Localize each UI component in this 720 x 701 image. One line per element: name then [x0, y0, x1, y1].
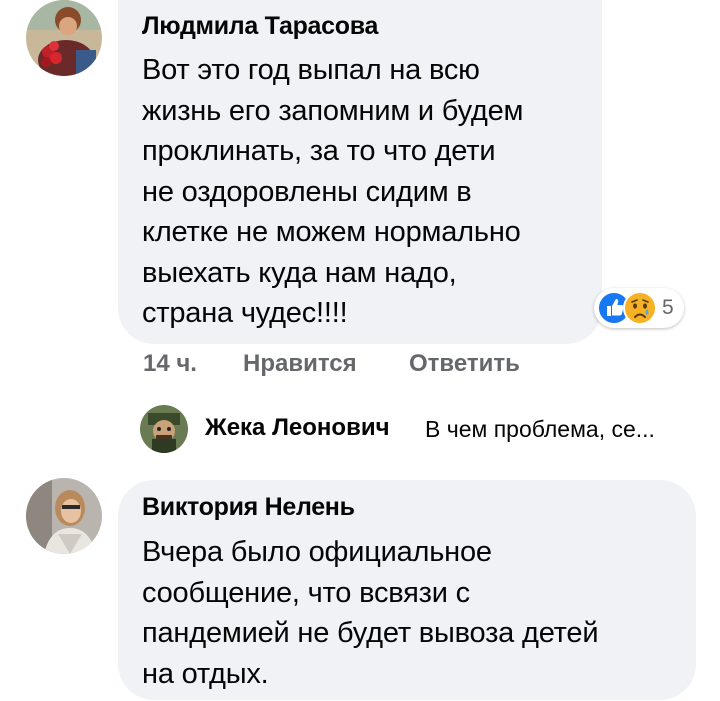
comment-author[interactable]: Людмила Тарасова: [142, 12, 378, 41]
avatar-photo-icon: [26, 478, 102, 554]
avatar-photo-icon: [26, 0, 102, 76]
reply-preview-text[interactable]: В чем проблема, се...: [425, 416, 655, 443]
comment-line: клетке не можем нормально: [142, 216, 521, 248]
comment-line: Вчера было официальное: [142, 536, 492, 568]
reply-button[interactable]: Ответить: [409, 350, 520, 378]
comment-text: Вот это год выпал на всю жизнь его запом…: [142, 50, 523, 334]
comment-line: на отдых.: [142, 657, 269, 690]
reaction-count: 5: [662, 296, 674, 319]
avatar-viktoriya[interactable]: [26, 478, 102, 554]
reply-author[interactable]: Жека Леонович: [205, 414, 390, 442]
like-button[interactable]: Нравится: [243, 350, 357, 378]
comment-author[interactable]: Виктория Нелень: [142, 493, 355, 522]
comment-timestamp[interactable]: 14 ч.: [143, 350, 197, 378]
sad-icon: [623, 291, 657, 325]
avatar-zheka[interactable]: [140, 405, 188, 453]
avatar-lyudmila[interactable]: [26, 0, 102, 76]
comment-line: проклинать, за то что дети: [142, 135, 496, 167]
comment-line: выехать куда нам надо,: [142, 256, 457, 289]
avatar-photo-icon: [140, 405, 188, 453]
reaction-summary[interactable]: 5: [594, 288, 684, 328]
comment-line: пандемией не будет вывоза детей: [142, 617, 599, 649]
comment-line: Вот это год выпал на всю: [142, 54, 480, 86]
comment-line: страна чудес!!!!: [142, 297, 348, 329]
comment-text: Вчера было официальное сообщение, что вс…: [142, 532, 599, 694]
comment-line: не оздоровлены сидим в: [142, 175, 472, 208]
comment-line: жизнь его запомним и будем: [142, 94, 524, 127]
comment-line: сообщение, что всвязи с: [142, 576, 470, 609]
